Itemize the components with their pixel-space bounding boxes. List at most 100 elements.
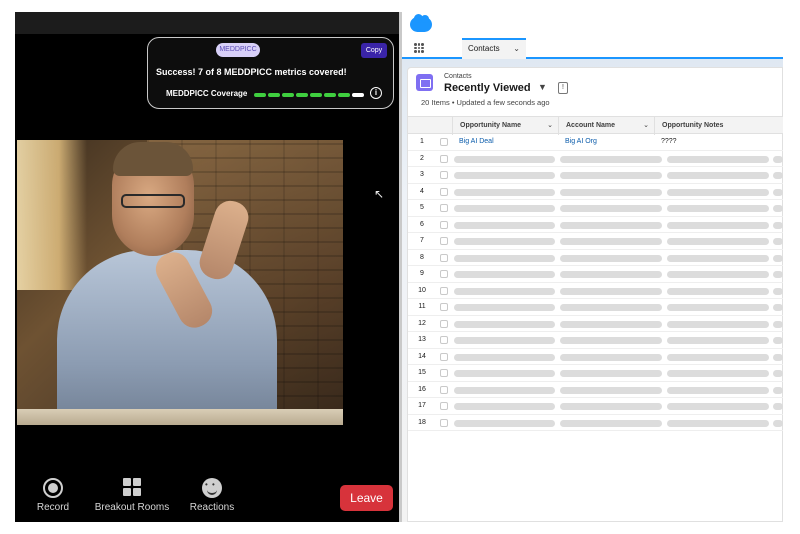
record-icon	[43, 478, 63, 498]
row-checkbox[interactable]	[440, 270, 448, 278]
records-table: Opportunity Name ⌄ Account Name ⌄ Opport…	[408, 116, 783, 431]
column-header-opportunity-name[interactable]: Opportunity Name ⌄	[452, 117, 558, 135]
row-number: 3	[420, 171, 424, 178]
column-header-opportunity-notes[interactable]: Opportunity Notes	[654, 117, 783, 135]
loading-placeholder	[454, 287, 555, 295]
chevron-down-icon[interactable]: ⌄	[513, 40, 520, 58]
table-row[interactable]: 12	[408, 316, 783, 332]
video-call-panel: ↖ MEDDPICC Copy Success! 7 of 8 MEDDPICC…	[15, 12, 399, 522]
cloud-logo-icon[interactable]	[410, 14, 432, 32]
loading-placeholder	[560, 271, 662, 278]
loading-placeholder	[560, 353, 662, 361]
loading-placeholder	[773, 205, 783, 212]
loading-placeholder	[454, 403, 555, 410]
row-checkbox[interactable]	[440, 253, 448, 262]
table-row[interactable]: 10	[408, 283, 783, 299]
chevron-down-icon[interactable]: ⌄	[547, 117, 553, 135]
row-checkbox[interactable]	[440, 138, 448, 146]
window-light	[17, 140, 87, 290]
loading-placeholder	[560, 205, 662, 212]
loading-placeholder	[560, 254, 662, 262]
loading-placeholder	[773, 172, 783, 179]
chevron-down-icon[interactable]: ⌄	[643, 117, 649, 135]
row-checkbox[interactable]	[440, 187, 448, 196]
loading-placeholder	[560, 188, 662, 196]
contact-card-icon	[416, 74, 433, 91]
record-label: Record	[36, 502, 70, 513]
coverage-segment	[310, 93, 322, 97]
loading-placeholder	[773, 320, 783, 328]
loading-placeholder	[454, 353, 555, 361]
row-checkbox[interactable]	[440, 286, 448, 295]
leave-button[interactable]: Leave	[340, 485, 393, 511]
table-row[interactable]: 15	[408, 365, 783, 382]
desk	[17, 409, 343, 425]
breakout-rooms-label: Breakout Rooms	[94, 502, 170, 513]
table-row[interactable]: 4	[408, 184, 783, 200]
coverage-segment	[352, 93, 364, 97]
loading-placeholder	[454, 419, 555, 427]
coverage-segment	[338, 93, 350, 97]
table-row[interactable]: 16	[408, 382, 783, 398]
row-checkbox[interactable]	[440, 237, 448, 245]
meeting-toolbar: Record Breakout Rooms Reactions Leave	[15, 466, 399, 522]
row-number: 15	[418, 369, 426, 376]
opportunity-notes-cell: ????	[661, 138, 677, 145]
table-row[interactable]: 2	[408, 151, 783, 167]
crm-nav-bar: Contacts ⌄	[402, 38, 783, 59]
table-row[interactable]: 13	[408, 332, 783, 349]
reactions-button[interactable]: Reactions	[167, 478, 257, 513]
table-row[interactable]: 1 Big AI Deal Big AI Org????	[408, 134, 783, 151]
meddpicc-coverage-bar	[254, 93, 364, 97]
row-checkbox[interactable]	[440, 154, 448, 163]
row-checkbox[interactable]	[440, 402, 448, 410]
row-checkbox[interactable]	[440, 336, 448, 344]
row-checkbox[interactable]	[440, 303, 448, 311]
tab-contacts[interactable]: Contacts ⌄	[462, 38, 526, 59]
row-checkbox[interactable]	[440, 220, 448, 229]
breakout-rooms-button[interactable]: Breakout Rooms	[87, 478, 177, 513]
row-checkbox[interactable]	[440, 352, 448, 361]
record-button[interactable]: Record	[15, 478, 98, 513]
mouse-cursor-icon: ↖	[374, 187, 385, 201]
column-header-account-name[interactable]: Account Name ⌄	[558, 117, 654, 135]
row-checkbox[interactable]	[440, 385, 448, 394]
table-row[interactable]: 8	[408, 250, 783, 266]
reactions-label: Reactions	[189, 502, 235, 513]
row-number: 2	[420, 154, 424, 162]
coverage-segment	[254, 93, 266, 97]
pin-icon[interactable]: !	[558, 82, 568, 94]
list-view-dropdown-icon[interactable]: ▼	[538, 82, 547, 92]
loading-placeholder	[454, 254, 555, 262]
column-label: Opportunity Notes	[662, 122, 724, 129]
table-row[interactable]: 11	[408, 299, 783, 316]
loading-placeholder	[773, 337, 783, 344]
loading-placeholder	[667, 254, 769, 262]
table-row[interactable]: 14	[408, 349, 783, 365]
row-checkbox[interactable]	[440, 171, 448, 179]
call-top-bar	[15, 12, 399, 34]
table-row[interactable]: 3	[408, 167, 783, 184]
app-launcher-icon[interactable]	[414, 43, 424, 53]
loading-placeholder	[773, 254, 783, 262]
table-row[interactable]: 6	[408, 217, 783, 233]
opportunity-name-link[interactable]: Big AI Deal	[452, 134, 558, 150]
loading-placeholder	[667, 370, 769, 377]
loading-placeholder	[773, 271, 783, 278]
crm-header	[402, 12, 783, 38]
row-checkbox[interactable]	[440, 204, 448, 212]
table-row[interactable]: 7	[408, 233, 783, 250]
loading-placeholder	[560, 370, 662, 377]
account-name-link[interactable]: Big AI Org	[558, 134, 654, 150]
row-checkbox[interactable]	[440, 319, 448, 328]
loading-placeholder	[667, 320, 769, 328]
loading-placeholder	[560, 238, 662, 245]
row-checkbox[interactable]	[440, 369, 448, 377]
table-row[interactable]: 18	[408, 415, 783, 431]
row-checkbox[interactable]	[440, 418, 448, 427]
table-row[interactable]: 17	[408, 398, 783, 415]
copy-button[interactable]: Copy	[361, 43, 387, 58]
info-icon[interactable]: i	[370, 87, 382, 99]
table-row[interactable]: 5	[408, 200, 783, 217]
table-row[interactable]: 9	[408, 266, 783, 283]
